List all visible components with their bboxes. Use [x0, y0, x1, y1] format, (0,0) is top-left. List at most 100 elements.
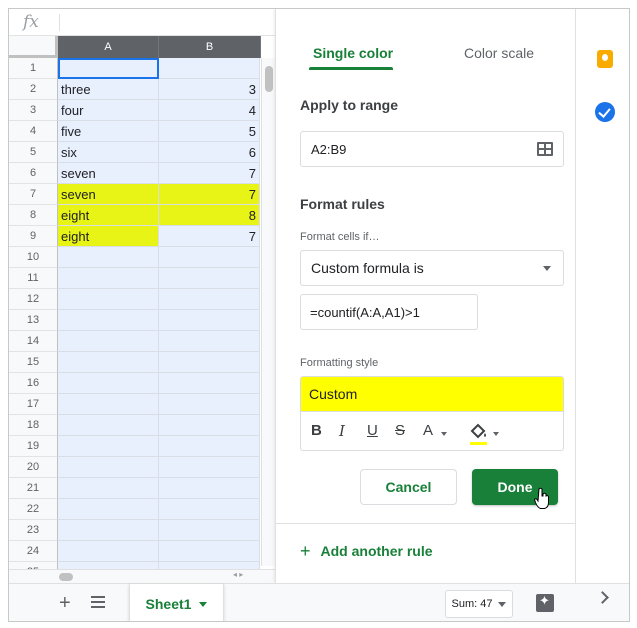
select-range-icon[interactable] [537, 142, 553, 156]
row-number[interactable]: 7 [9, 184, 58, 205]
scroll-arrows-icon[interactable]: ◂ ▸ [233, 570, 243, 579]
range-input[interactable]: A2:B9 [300, 131, 564, 167]
cell-a[interactable] [58, 478, 159, 499]
cell-b[interactable] [159, 436, 260, 457]
italic-icon[interactable]: I [339, 422, 345, 440]
row-number[interactable]: 12 [9, 289, 58, 310]
sum-dropdown[interactable]: Sum: 47 [445, 590, 513, 618]
cell-a[interactable] [58, 541, 159, 562]
cell-a[interactable] [58, 58, 159, 79]
keep-icon[interactable] [597, 50, 613, 68]
row-number[interactable]: 17 [9, 394, 58, 415]
row-number[interactable]: 14 [9, 331, 58, 352]
cell-b[interactable] [159, 352, 260, 373]
cell-a[interactable]: five [58, 121, 159, 142]
text-color-caret-icon[interactable] [441, 432, 447, 436]
cell-a[interactable]: seven [58, 163, 159, 184]
vertical-scrollbar[interactable] [261, 58, 275, 566]
row-number[interactable]: 8 [9, 205, 58, 226]
cancel-button[interactable]: Cancel [360, 469, 457, 505]
cell-a[interactable]: eight [58, 205, 159, 226]
cell-a[interactable] [58, 499, 159, 520]
cell-b[interactable] [159, 247, 260, 268]
cell-a[interactable]: six [58, 142, 159, 163]
cell-a[interactable] [58, 436, 159, 457]
column-header-b[interactable]: B [159, 36, 261, 58]
cell-b[interactable] [159, 478, 260, 499]
row-number[interactable]: 23 [9, 520, 58, 541]
explore-icon[interactable] [536, 593, 554, 612]
row-number[interactable]: 5 [9, 142, 58, 163]
cell-a[interactable] [58, 310, 159, 331]
cell-b[interactable] [159, 457, 260, 478]
cell-b[interactable]: 5 [159, 121, 260, 142]
cell-a[interactable] [58, 268, 159, 289]
row-number[interactable]: 11 [9, 268, 58, 289]
cell-a[interactable] [58, 373, 159, 394]
cell-b[interactable] [159, 415, 260, 436]
cell-b[interactable]: 7 [159, 226, 260, 247]
text-color-icon[interactable]: A [423, 422, 433, 439]
cell-b[interactable]: 3 [159, 79, 260, 100]
row-number[interactable]: 19 [9, 436, 58, 457]
cell-a[interactable] [58, 457, 159, 478]
bold-icon[interactable]: B [311, 422, 322, 439]
sheet-tab[interactable]: Sheet1 [129, 584, 224, 621]
row-number[interactable]: 20 [9, 457, 58, 478]
add-another-rule-button[interactable]: + Add another rule [300, 542, 433, 560]
cell-a[interactable]: three [58, 79, 159, 100]
cell-a[interactable] [58, 394, 159, 415]
fill-color-caret-icon[interactable] [493, 432, 499, 436]
underline-icon[interactable]: U [367, 422, 378, 439]
vertical-scroll-thumb[interactable] [265, 66, 273, 92]
cell-a[interactable] [58, 415, 159, 436]
cell-b[interactable] [159, 394, 260, 415]
horizontal-scrollbar[interactable]: ◂ ▸ [9, 569, 275, 583]
cell-a[interactable] [58, 247, 159, 268]
row-number[interactable]: 6 [9, 163, 58, 184]
tab-color-scale[interactable]: Color scale [464, 45, 534, 61]
cell-b[interactable] [159, 520, 260, 541]
row-number[interactable]: 22 [9, 499, 58, 520]
cell-b[interactable] [159, 58, 260, 79]
row-number[interactable]: 2 [9, 79, 58, 100]
cell-b[interactable]: 7 [159, 184, 260, 205]
strikethrough-icon[interactable]: S [395, 422, 405, 439]
fill-color-icon[interactable] [468, 420, 490, 442]
row-number[interactable]: 3 [9, 100, 58, 121]
row-number[interactable]: 1 [9, 58, 58, 79]
cell-b[interactable]: 6 [159, 142, 260, 163]
cell-b[interactable]: 4 [159, 100, 260, 121]
cell-b[interactable] [159, 499, 260, 520]
cell-b[interactable]: 7 [159, 163, 260, 184]
cell-a[interactable]: four [58, 100, 159, 121]
tasks-icon[interactable] [595, 102, 615, 122]
cell-b[interactable]: 8 [159, 205, 260, 226]
style-preview-dropdown[interactable]: Custom [301, 377, 563, 411]
cell-b[interactable] [159, 331, 260, 352]
formula-bar[interactable]: fx [9, 9, 275, 36]
horizontal-scroll-thumb[interactable] [59, 573, 73, 581]
cell-b[interactable] [159, 373, 260, 394]
cell-b[interactable] [159, 310, 260, 331]
cell-a[interactable]: seven [58, 184, 159, 205]
row-number[interactable]: 15 [9, 352, 58, 373]
column-header-a[interactable]: A [58, 36, 159, 58]
cell-a[interactable] [58, 289, 159, 310]
row-number[interactable]: 10 [9, 247, 58, 268]
cell-b[interactable] [159, 541, 260, 562]
formula-input[interactable]: =countif(A:A,A1)>1 [300, 294, 478, 330]
row-number[interactable]: 21 [9, 478, 58, 499]
row-number[interactable]: 16 [9, 373, 58, 394]
cell-a[interactable] [58, 520, 159, 541]
row-number[interactable]: 24 [9, 541, 58, 562]
row-number[interactable]: 18 [9, 415, 58, 436]
cell-a[interactable]: eight [58, 226, 159, 247]
cell-a[interactable] [58, 331, 159, 352]
cell-b[interactable] [159, 289, 260, 310]
condition-dropdown[interactable]: Custom formula is [300, 250, 564, 286]
add-sheet-button[interactable]: + [59, 592, 71, 614]
cell-b[interactable] [159, 268, 260, 289]
row-number[interactable]: 9 [9, 226, 58, 247]
tab-single-color[interactable]: Single color [313, 45, 393, 61]
